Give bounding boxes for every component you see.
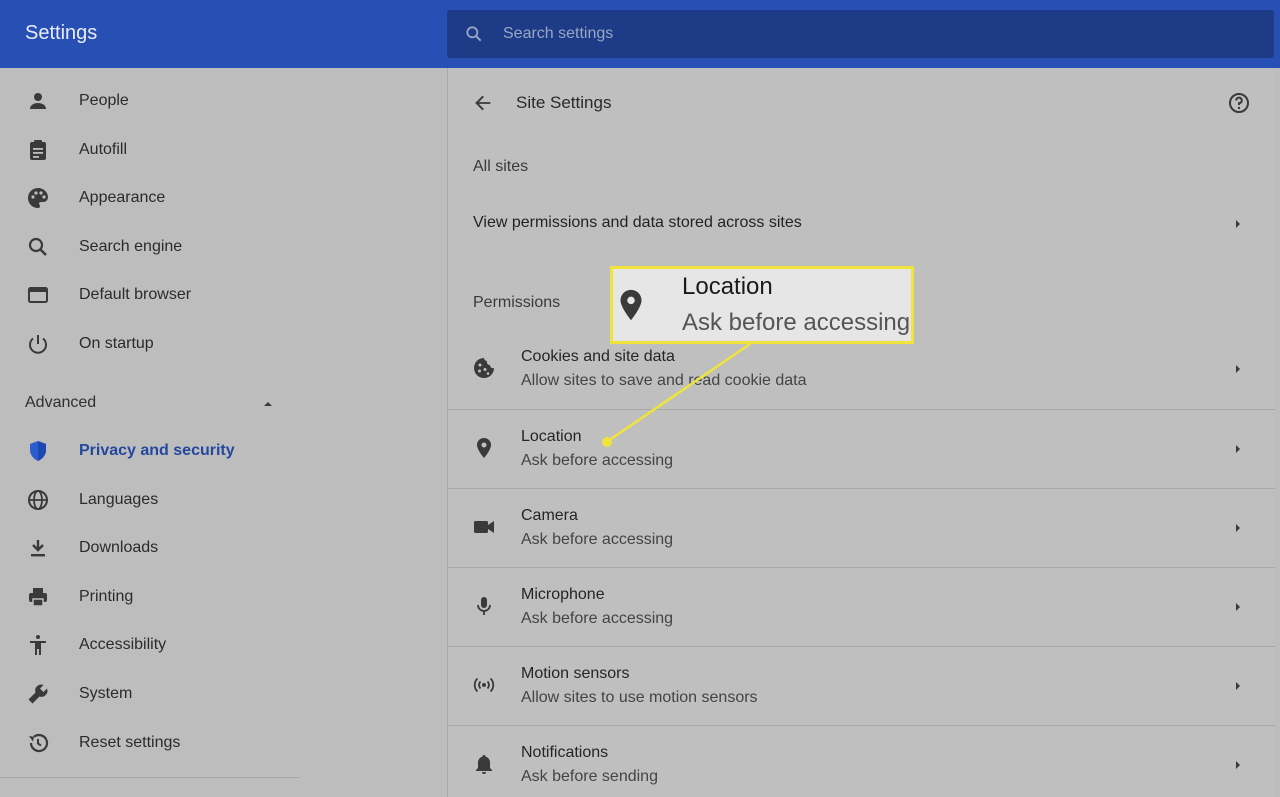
sidebar-item-autofill[interactable]: Autofill [0, 127, 300, 173]
location-pin-icon [620, 289, 642, 321]
globe-icon [28, 490, 48, 510]
chevron-right-icon [1236, 220, 1240, 228]
site-settings-panel: Site Settings All sites View permissions… [447, 68, 1275, 797]
permission-row-notifications[interactable]: Notifications Ask before sending [448, 725, 1275, 797]
power-icon [29, 335, 47, 354]
sidebar-item-label: Search engine [79, 238, 183, 255]
sidebar: People Autofill Appearance Search engine… [0, 68, 446, 797]
sidebar-item-label: People [79, 92, 129, 109]
search-box[interactable] [447, 10, 1274, 58]
search-icon [466, 26, 482, 42]
sidebar-item-downloads[interactable]: Downloads [0, 525, 300, 571]
sidebar-item-reset-settings[interactable]: Reset settings [0, 720, 300, 766]
browser-window-icon [28, 287, 48, 303]
all-sites-heading: All sites [473, 158, 529, 175]
top-app-bar: Settings [0, 0, 1280, 68]
chevron-right-icon [1236, 365, 1240, 373]
sidebar-item-appearance[interactable]: Appearance [0, 175, 300, 221]
palette-icon [28, 188, 48, 208]
search-input[interactable] [503, 10, 1243, 58]
sidebar-item-system[interactable]: System [0, 671, 300, 717]
permission-subtitle: Ask before sending [521, 768, 658, 785]
permission-title: Cookies and site data [521, 348, 675, 365]
page-title: Site Settings [516, 93, 612, 112]
permission-row-camera[interactable]: Camera Ask before accessing [448, 488, 1275, 567]
permissions-heading: Permissions [473, 294, 561, 311]
sidebar-item-printing[interactable]: Printing [0, 574, 300, 620]
callout-subtitle: Ask before accessing [682, 309, 911, 336]
callout-box: Location Ask before accessing [610, 266, 914, 344]
search-icon [28, 237, 47, 256]
permission-title: Motion sensors [521, 665, 630, 682]
permission-title: Location [521, 428, 582, 445]
permission-subtitle: Allow sites to use motion sensors [521, 689, 758, 706]
camera-icon [474, 521, 494, 533]
printer-icon [29, 588, 47, 607]
back-arrow-icon[interactable] [472, 92, 494, 114]
callout-title: Location [682, 273, 773, 300]
sidebar-item-default-browser[interactable]: Default browser [0, 272, 300, 318]
permission-row-location[interactable]: Location Ask before accessing [448, 409, 1275, 488]
sidebar-item-label: On startup [79, 335, 154, 352]
sidebar-item-label: Languages [79, 491, 159, 508]
sidebar-item-label: Appearance [79, 189, 166, 206]
wrench-icon [28, 684, 48, 704]
chevron-right-icon [1236, 761, 1240, 769]
advanced-section-toggle[interactable]: Advanced [25, 394, 96, 412]
chevron-right-icon [1236, 603, 1240, 611]
permission-title: Camera [521, 507, 578, 524]
sidebar-item-accessibility[interactable]: Accessibility [0, 622, 300, 668]
motion-sensor-icon [473, 677, 495, 693]
app-title: Settings [25, 22, 98, 44]
microphone-icon [477, 597, 491, 615]
all-sites-row-label: View permissions and data stored across … [473, 214, 802, 231]
location-pin-icon [477, 438, 491, 458]
sidebar-item-search-engine[interactable]: Search engine [0, 224, 300, 270]
permission-title: Notifications [521, 744, 609, 761]
sidebar-item-label: Accessibility [79, 636, 167, 653]
permission-subtitle: Ask before accessing [521, 452, 674, 469]
sidebar-item-privacy-and-security[interactable]: Privacy and security [0, 428, 300, 474]
chevron-right-icon [1236, 524, 1240, 532]
sidebar-item-on-startup[interactable]: On startup [0, 321, 300, 367]
clipboard-icon [30, 140, 46, 160]
sidebar-item-label: Autofill [79, 141, 128, 158]
sidebar-item-label: System [79, 685, 133, 702]
all-sites-row[interactable]: View permissions and data stored across … [448, 196, 1275, 246]
permission-title: Microphone [521, 586, 605, 603]
sidebar-item-languages[interactable]: Languages [0, 477, 300, 523]
caret-up-icon[interactable] [262, 399, 274, 407]
sidebar-item-label: Privacy and security [79, 442, 235, 459]
permission-subtitle: Ask before accessing [521, 610, 674, 627]
permission-row-motion-sensors[interactable]: Motion sensors Allow sites to use motion… [448, 646, 1275, 725]
restore-icon [29, 733, 49, 753]
sidebar-item-label: Printing [79, 588, 134, 605]
sidebar-item-label: Default browser [79, 286, 192, 303]
sidebar-item-label: Downloads [79, 539, 159, 556]
chevron-right-icon [1236, 445, 1240, 453]
permission-subtitle: Allow sites to save and read cookie data [521, 372, 807, 389]
permission-row-microphone[interactable]: Microphone Ask before accessing [448, 567, 1275, 646]
chevron-right-icon [1236, 682, 1240, 690]
cookie-icon [474, 358, 494, 378]
bell-icon [476, 755, 492, 774]
accessibility-icon [30, 635, 46, 655]
download-icon [31, 540, 45, 557]
person-icon [30, 93, 46, 109]
sidebar-item-label: Reset settings [79, 734, 181, 751]
help-icon[interactable] [1227, 91, 1251, 115]
shield-icon [30, 441, 46, 461]
sidebar-item-people[interactable]: People [0, 78, 300, 124]
permission-subtitle: Ask before accessing [521, 531, 674, 548]
divider [0, 777, 300, 778]
